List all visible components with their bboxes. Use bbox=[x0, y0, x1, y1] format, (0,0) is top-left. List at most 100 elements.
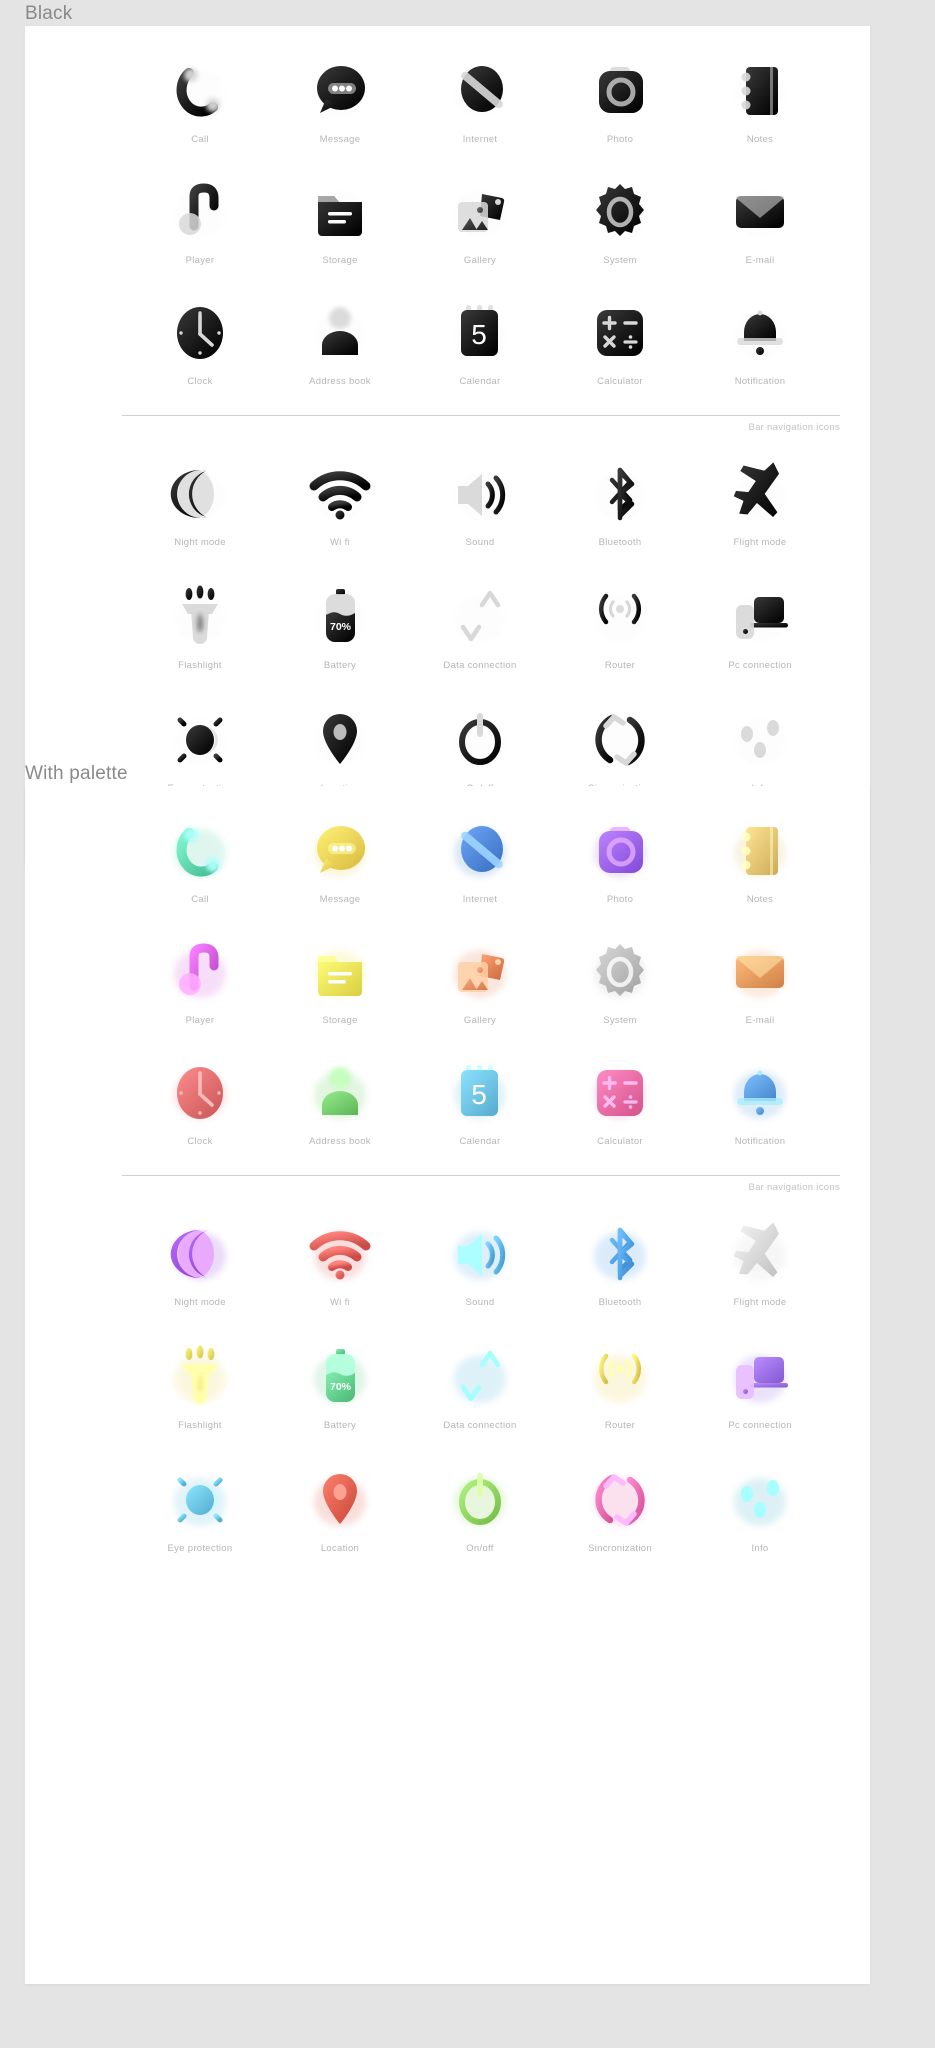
icon-cell[interactable]: Storage bbox=[270, 933, 410, 1026]
icon-cell[interactable]: Flight mode bbox=[690, 455, 830, 548]
pc-connection-icon[interactable] bbox=[721, 578, 799, 656]
system-icon[interactable] bbox=[581, 173, 659, 251]
notes-icon[interactable] bbox=[721, 812, 799, 890]
address-book-icon[interactable] bbox=[301, 294, 379, 372]
notification-icon[interactable] bbox=[721, 294, 799, 372]
flashlight-icon[interactable] bbox=[161, 1338, 239, 1416]
icon-cell[interactable]: Wi fi bbox=[270, 455, 410, 548]
icon-cell[interactable]: Wi fi bbox=[270, 1215, 410, 1308]
icon-cell[interactable]: Player bbox=[130, 173, 270, 266]
wifi-icon[interactable] bbox=[301, 455, 379, 533]
icon-cell[interactable]: Calculator bbox=[550, 294, 690, 387]
system-icon[interactable] bbox=[581, 933, 659, 1011]
notification-icon[interactable] bbox=[721, 1054, 799, 1132]
address-book-icon[interactable] bbox=[301, 1054, 379, 1132]
icon-cell[interactable]: Pc connection bbox=[690, 578, 830, 671]
icon-cell[interactable]: Calculator bbox=[550, 1054, 690, 1147]
icon-cell[interactable]: Notification bbox=[690, 294, 830, 387]
icon-cell[interactable]: Bluetooth bbox=[550, 455, 690, 548]
icon-cell[interactable]: Player bbox=[130, 933, 270, 1026]
internet-icon[interactable] bbox=[441, 812, 519, 890]
call-icon[interactable] bbox=[161, 812, 239, 890]
icon-cell[interactable]: Night mode bbox=[130, 455, 270, 548]
icon-cell[interactable]: Gallery bbox=[410, 933, 550, 1026]
icon-cell[interactable]: Pc connection bbox=[690, 1338, 830, 1431]
icon-cell[interactable]: Bluetooth bbox=[550, 1215, 690, 1308]
clock-icon[interactable] bbox=[161, 1054, 239, 1132]
storage-icon[interactable] bbox=[301, 173, 379, 251]
icon-cell[interactable]: System bbox=[550, 933, 690, 1026]
flight-mode-icon[interactable] bbox=[721, 1215, 799, 1293]
call-icon[interactable] bbox=[161, 52, 239, 130]
notes-icon[interactable] bbox=[721, 52, 799, 130]
gallery-icon[interactable] bbox=[441, 173, 519, 251]
icon-cell[interactable]: 70% Battery bbox=[270, 1338, 410, 1431]
icon-cell[interactable]: Info bbox=[690, 1461, 830, 1554]
icon-cell[interactable]: 5 Calendar bbox=[410, 1054, 550, 1147]
bluetooth-icon[interactable] bbox=[581, 455, 659, 533]
eye-protection-icon[interactable] bbox=[161, 701, 239, 779]
night-mode-icon[interactable] bbox=[161, 455, 239, 533]
icon-cell[interactable]: Notes bbox=[690, 52, 830, 145]
calculator-icon[interactable] bbox=[581, 294, 659, 372]
internet-icon[interactable] bbox=[441, 52, 519, 130]
icon-cell[interactable]: Data connection bbox=[410, 578, 550, 671]
icon-cell[interactable]: 5 Calendar bbox=[410, 294, 550, 387]
icon-cell[interactable]: Call bbox=[130, 52, 270, 145]
location-icon[interactable] bbox=[301, 701, 379, 779]
info-icon[interactable] bbox=[721, 701, 799, 779]
icon-cell[interactable]: Address book bbox=[270, 294, 410, 387]
icon-cell[interactable]: Message bbox=[270, 812, 410, 905]
icon-cell[interactable]: Address book bbox=[270, 1054, 410, 1147]
icon-cell[interactable]: Call bbox=[130, 812, 270, 905]
data-connection-icon[interactable] bbox=[441, 1338, 519, 1416]
wifi-icon[interactable] bbox=[301, 1215, 379, 1293]
icon-cell[interactable]: Sound bbox=[410, 1215, 550, 1308]
icon-cell[interactable]: Clock bbox=[130, 1054, 270, 1147]
icon-cell[interactable]: Sound bbox=[410, 455, 550, 548]
icon-cell[interactable]: Location bbox=[270, 1461, 410, 1554]
icon-cell[interactable]: Location bbox=[270, 701, 410, 794]
sound-icon[interactable] bbox=[441, 455, 519, 533]
on-off-icon[interactable] bbox=[441, 1461, 519, 1539]
icon-cell[interactable]: Internet bbox=[410, 52, 550, 145]
sincronization-icon[interactable] bbox=[581, 1461, 659, 1539]
icon-cell[interactable]: On/off bbox=[410, 701, 550, 794]
info-icon[interactable] bbox=[721, 1461, 799, 1539]
clock-icon[interactable] bbox=[161, 294, 239, 372]
battery-icon[interactable]: 70% bbox=[301, 578, 379, 656]
eye-protection-icon[interactable] bbox=[161, 1461, 239, 1539]
icon-cell[interactable]: Storage bbox=[270, 173, 410, 266]
location-icon[interactable] bbox=[301, 1461, 379, 1539]
storage-icon[interactable] bbox=[301, 933, 379, 1011]
battery-icon[interactable]: 70% bbox=[301, 1338, 379, 1416]
icon-cell[interactable]: Photo bbox=[550, 52, 690, 145]
email-icon[interactable] bbox=[721, 173, 799, 251]
sound-icon[interactable] bbox=[441, 1215, 519, 1293]
icon-cell[interactable]: Clock bbox=[130, 294, 270, 387]
router-icon[interactable] bbox=[581, 578, 659, 656]
icon-cell[interactable]: Flashlight bbox=[130, 1338, 270, 1431]
calendar-icon[interactable]: 5 bbox=[441, 294, 519, 372]
photo-icon[interactable] bbox=[581, 52, 659, 130]
photo-icon[interactable] bbox=[581, 812, 659, 890]
icon-cell[interactable]: Sincronization bbox=[550, 701, 690, 794]
icon-cell[interactable]: Night mode bbox=[130, 1215, 270, 1308]
icon-cell[interactable]: Internet bbox=[410, 812, 550, 905]
icon-cell[interactable]: E-mail bbox=[690, 933, 830, 1026]
sincronization-icon[interactable] bbox=[581, 701, 659, 779]
icon-cell[interactable]: Notification bbox=[690, 1054, 830, 1147]
router-icon[interactable] bbox=[581, 1338, 659, 1416]
email-icon[interactable] bbox=[721, 933, 799, 1011]
icon-cell[interactable]: Flashlight bbox=[130, 578, 270, 671]
data-connection-icon[interactable] bbox=[441, 578, 519, 656]
icon-cell[interactable]: System bbox=[550, 173, 690, 266]
icon-cell[interactable]: E-mail bbox=[690, 173, 830, 266]
bluetooth-icon[interactable] bbox=[581, 1215, 659, 1293]
gallery-icon[interactable] bbox=[441, 933, 519, 1011]
calendar-icon[interactable]: 5 bbox=[441, 1054, 519, 1132]
icon-cell[interactable]: Info bbox=[690, 701, 830, 794]
flight-mode-icon[interactable] bbox=[721, 455, 799, 533]
on-off-icon[interactable] bbox=[441, 701, 519, 779]
icon-cell[interactable]: Gallery bbox=[410, 173, 550, 266]
